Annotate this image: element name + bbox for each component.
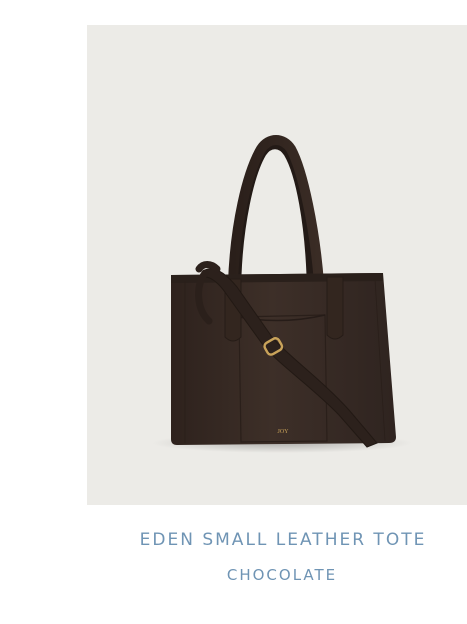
product-card: JOY EDEN SMALL LEATHER TOTE CHOCOLATE bbox=[0, 0, 467, 624]
monogram: JOY bbox=[277, 429, 289, 435]
tote-bag-image: JOY bbox=[152, 135, 412, 453]
product-image[interactable]: JOY bbox=[87, 25, 467, 505]
product-name-link[interactable]: EDEN SMALL LEATHER TOTE bbox=[87, 530, 467, 550]
product-color-label: CHOCOLATE bbox=[226, 566, 338, 584]
handle-tab-right bbox=[326, 276, 344, 340]
